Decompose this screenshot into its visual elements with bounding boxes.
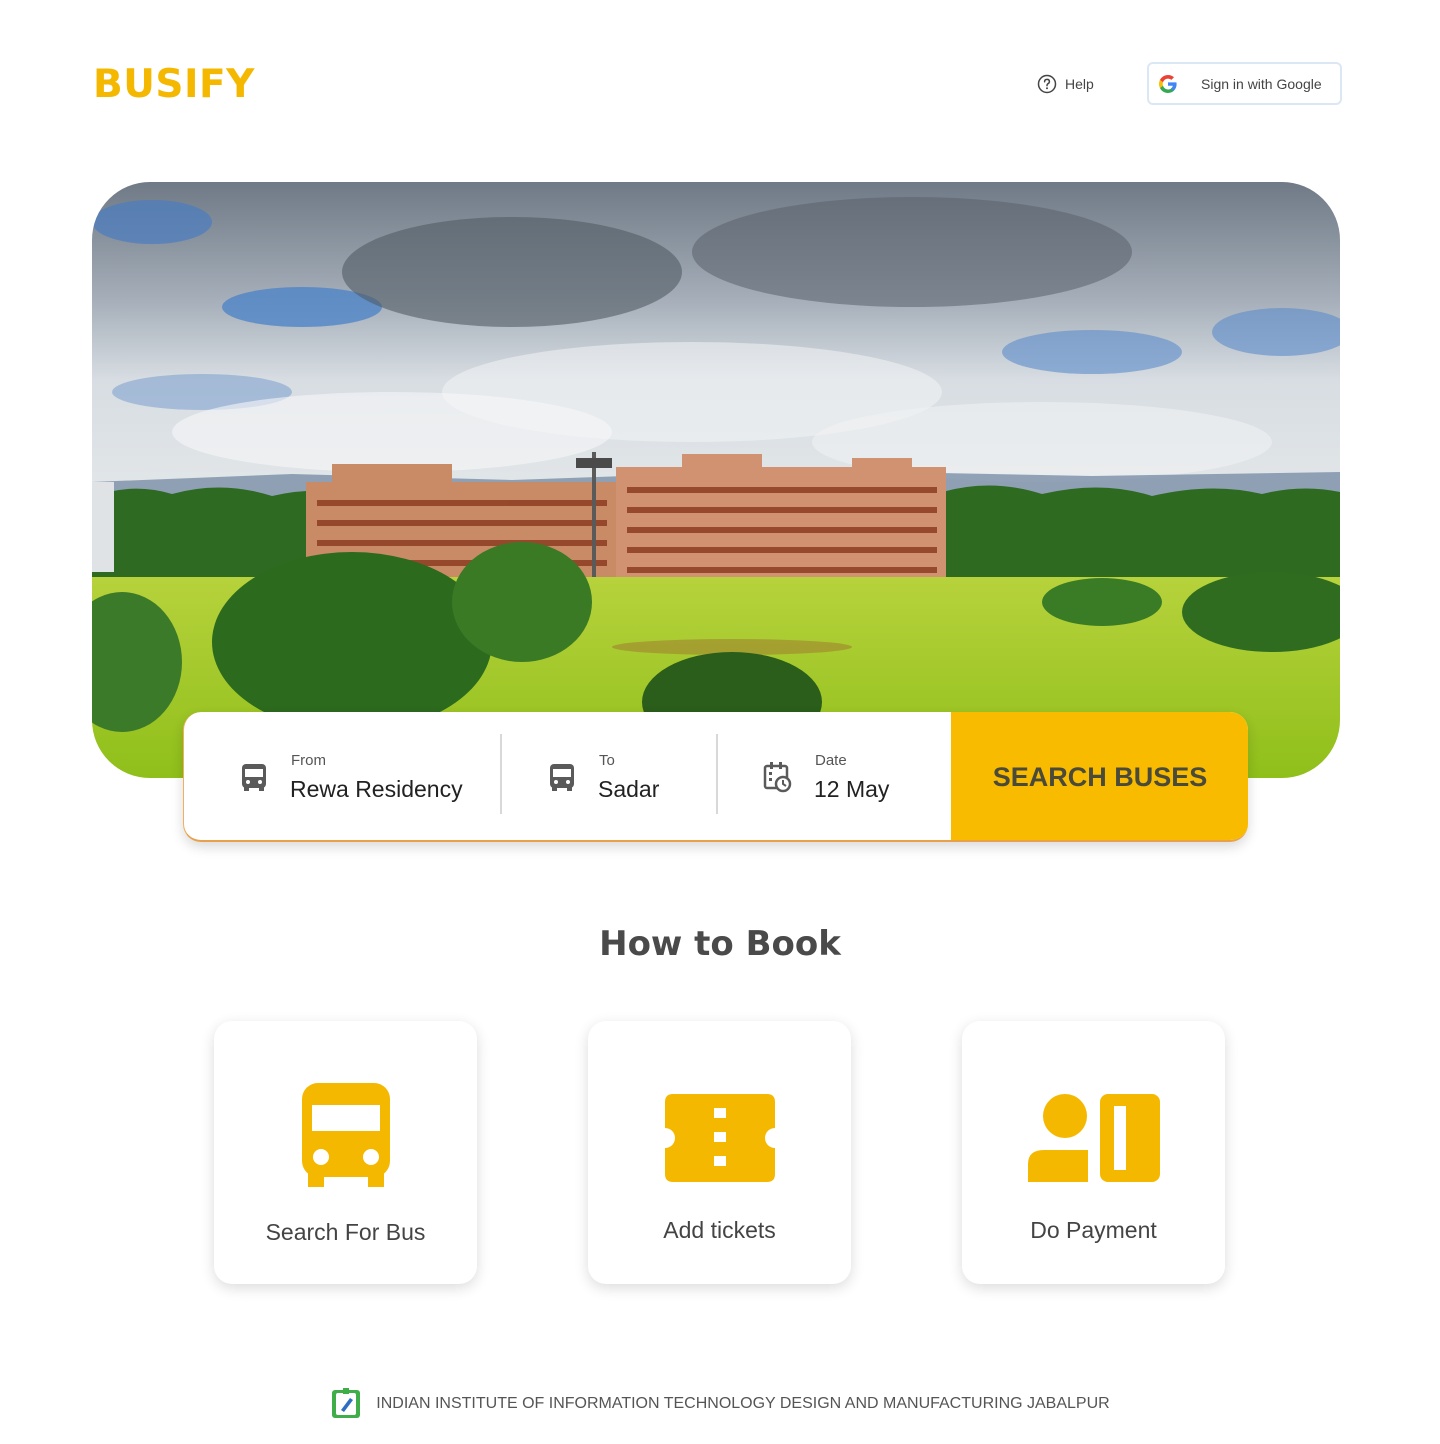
- bus-icon: [550, 764, 574, 791]
- help-link[interactable]: Help: [1037, 73, 1094, 95]
- calendar-clock-icon: [763, 762, 792, 793]
- google-signin-button[interactable]: Sign in with Google: [1147, 62, 1342, 105]
- iiitdmj-logo-icon: [332, 1388, 361, 1418]
- bus-icon: [242, 764, 266, 791]
- bus-icon: [301, 1083, 390, 1187]
- date-field[interactable]: Date 12 May: [718, 712, 951, 840]
- date-value[interactable]: 12 May: [814, 776, 889, 803]
- to-value[interactable]: Sadar: [598, 776, 659, 803]
- google-icon: [1159, 74, 1177, 93]
- from-value[interactable]: Rewa Residency: [290, 776, 463, 803]
- google-signin-label: Sign in with Google: [1201, 75, 1322, 92]
- from-label: From: [291, 752, 326, 769]
- logo[interactable]: BUSIFY: [93, 62, 255, 107]
- step-card-tickets: Add tickets: [588, 1021, 851, 1284]
- step-label: Do Payment: [1030, 1217, 1157, 1243]
- ticket-icon: [664, 1094, 775, 1182]
- step-label: Search For Bus: [265, 1219, 426, 1245]
- payment-icon: [1027, 1094, 1160, 1182]
- to-label: To: [599, 752, 615, 769]
- from-field[interactable]: From Rewa Residency: [184, 712, 500, 840]
- section-title: How to Book: [599, 924, 841, 964]
- step-card-search: Search For Bus: [214, 1021, 477, 1284]
- step-card-payment: Do Payment: [962, 1021, 1225, 1284]
- hero-image: [92, 182, 1340, 778]
- footer: INDIAN INSTITUTE OF INFORMATION TECHNOLO…: [0, 1388, 1440, 1420]
- help-icon: [1037, 74, 1057, 94]
- help-label: Help: [1065, 76, 1094, 92]
- step-label: Add tickets: [663, 1217, 776, 1243]
- date-label: Date: [815, 752, 847, 769]
- to-field[interactable]: To Sadar: [502, 712, 716, 840]
- footer-text: INDIAN INSTITUTE OF INFORMATION TECHNOLO…: [376, 1395, 1110, 1412]
- search-bar: From Rewa Residency To Sadar Date 12 May…: [183, 712, 1248, 842]
- search-buses-button[interactable]: SEARCH BUSES: [951, 712, 1248, 840]
